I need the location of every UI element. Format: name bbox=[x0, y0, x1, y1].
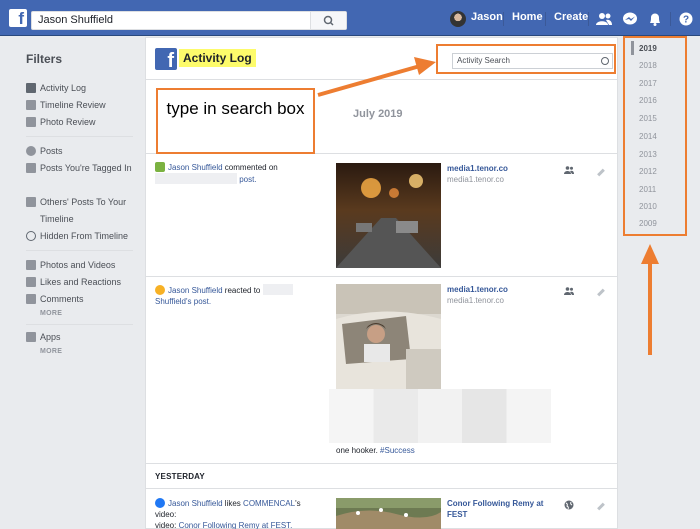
post-caption: one hooker. #Success bbox=[336, 446, 415, 455]
facebook-logo-icon: f bbox=[155, 48, 177, 70]
link-domain: media1.tenor.co bbox=[447, 296, 504, 305]
actor-link[interactable]: Jason Shuffield bbox=[168, 286, 223, 295]
hashtag-link[interactable]: #Success bbox=[380, 446, 415, 455]
activity-entry-story: Jason Shuffield commented on post. bbox=[155, 162, 315, 185]
yesterday-heading: YESTERDAY bbox=[155, 472, 205, 481]
friends-audience-icon[interactable] bbox=[564, 166, 574, 174]
hidden-icon bbox=[26, 231, 36, 241]
comment-icon bbox=[26, 197, 36, 207]
video-link[interactable]: Conor Following Remy at FEST. bbox=[179, 521, 293, 529]
month-heading: July 2019 bbox=[353, 108, 403, 120]
link-title[interactable]: media1.tenor.co bbox=[447, 284, 508, 295]
like-reaction-icon bbox=[155, 498, 165, 508]
create-link[interactable]: Create bbox=[554, 11, 588, 23]
timeline-icon bbox=[26, 100, 36, 110]
activity-entry-story: Jason Shuffield likes COMMENCAL's video:… bbox=[155, 498, 301, 529]
link-domain: media1.tenor.co bbox=[447, 175, 504, 184]
svg-text:?: ? bbox=[683, 15, 689, 26]
edit-pencil-icon[interactable] bbox=[597, 288, 605, 297]
global-search-input[interactable]: Jason Shuffield bbox=[31, 11, 347, 30]
redacted-name bbox=[262, 284, 293, 295]
nav-divider bbox=[545, 12, 546, 26]
search-value: Jason Shuffield bbox=[38, 14, 114, 26]
friends-audience-icon[interactable] bbox=[564, 287, 574, 295]
notifications-icon[interactable] bbox=[647, 12, 663, 26]
redacted-name bbox=[155, 173, 237, 184]
gif-thumbnail-man-in-car[interactable] bbox=[336, 284, 441, 389]
entry-divider bbox=[146, 276, 617, 277]
sidebar-item-likes-reactions[interactable]: Likes and Reactions bbox=[26, 274, 138, 291]
profile-avatar[interactable] bbox=[450, 11, 466, 27]
video-thumbnail-mountain-bike[interactable] bbox=[336, 498, 441, 529]
messenger-icon[interactable] bbox=[622, 12, 638, 26]
comment-emoji-icon bbox=[155, 162, 165, 172]
gif-thumbnail-night-road[interactable] bbox=[336, 163, 441, 268]
sidebar-more-link[interactable]: MORE bbox=[40, 348, 62, 355]
sidebar-item-posts-tagged[interactable]: Posts You're Tagged In bbox=[26, 160, 138, 177]
arrow-to-years bbox=[641, 244, 659, 355]
sidebar-item-apps[interactable]: Apps bbox=[26, 329, 138, 346]
entry-divider bbox=[146, 463, 617, 464]
filters-title: Filters bbox=[26, 52, 63, 66]
page-link[interactable]: COMMENCAL bbox=[243, 499, 295, 508]
sidebar-item-photos-videos[interactable]: Photos and Videos bbox=[26, 257, 138, 274]
search-button[interactable] bbox=[310, 12, 346, 29]
home-link[interactable]: Home bbox=[512, 11, 543, 23]
sidebar-item-others-posts[interactable]: Others' Posts To Your Timeline bbox=[26, 194, 138, 228]
actor-link[interactable]: Jason Shuffield bbox=[168, 163, 223, 172]
redacted-image-area bbox=[329, 389, 551, 443]
post-link[interactable]: post. bbox=[239, 175, 256, 184]
filters-sidebar: Filters Activity Log Timeline Review Pho… bbox=[0, 37, 143, 529]
like-icon bbox=[26, 277, 36, 287]
link-title[interactable]: media1.tenor.co bbox=[447, 163, 508, 174]
nav-divider bbox=[503, 12, 504, 26]
sidebar-divider bbox=[26, 250, 133, 251]
years-highlight-annotation bbox=[623, 36, 687, 236]
facebook-logo-icon[interactable]: f bbox=[9, 9, 27, 27]
sidebar-divider bbox=[26, 136, 133, 137]
nav-divider bbox=[588, 12, 589, 26]
sidebar-item-photo-review[interactable]: Photo Review bbox=[26, 114, 138, 131]
nav-divider bbox=[670, 12, 671, 26]
search-icon bbox=[323, 15, 334, 26]
sidebar-item-posts[interactable]: Posts bbox=[26, 143, 138, 160]
sidebar-item-hidden[interactable]: Hidden From Timeline bbox=[26, 228, 138, 245]
public-globe-icon[interactable] bbox=[564, 500, 574, 510]
facebook-icon bbox=[26, 83, 36, 93]
callout-box: type in search box bbox=[156, 88, 315, 154]
actor-link[interactable]: Jason Shuffield bbox=[168, 499, 223, 508]
entry-divider bbox=[146, 488, 617, 489]
post-link[interactable]: Shuffield's post. bbox=[155, 297, 211, 306]
tag-icon bbox=[26, 163, 36, 173]
friends-icon[interactable] bbox=[596, 12, 612, 26]
search-highlight-annotation bbox=[436, 44, 616, 74]
sidebar-divider bbox=[26, 324, 133, 325]
sidebar-item-timeline-review[interactable]: Timeline Review bbox=[26, 97, 138, 114]
haha-reaction-icon bbox=[155, 285, 165, 295]
profile-link[interactable]: Jason bbox=[471, 11, 503, 23]
edit-pencil-icon[interactable] bbox=[597, 168, 605, 177]
comments-icon bbox=[26, 294, 36, 304]
activity-entry-story: Jason Shuffield reacted to Shuffield's p… bbox=[155, 284, 315, 307]
person-icon bbox=[26, 146, 36, 156]
sidebar-more-link[interactable]: MORE bbox=[40, 310, 62, 317]
edit-pencil-icon[interactable] bbox=[597, 502, 605, 511]
page-title: Activity Log bbox=[179, 49, 256, 67]
photos-icon bbox=[26, 260, 36, 270]
sidebar-item-comments[interactable]: Comments bbox=[26, 291, 138, 308]
top-navigation-bar: f Jason Shuffield Jason Home Create ? bbox=[0, 0, 700, 36]
sidebar-item-activity-log[interactable]: Activity Log bbox=[26, 80, 138, 97]
apps-icon bbox=[26, 332, 36, 342]
link-title[interactable]: Conor Following Remy at FEST bbox=[447, 498, 557, 520]
help-icon[interactable]: ? bbox=[678, 12, 694, 26]
photo-review-icon bbox=[26, 117, 36, 127]
